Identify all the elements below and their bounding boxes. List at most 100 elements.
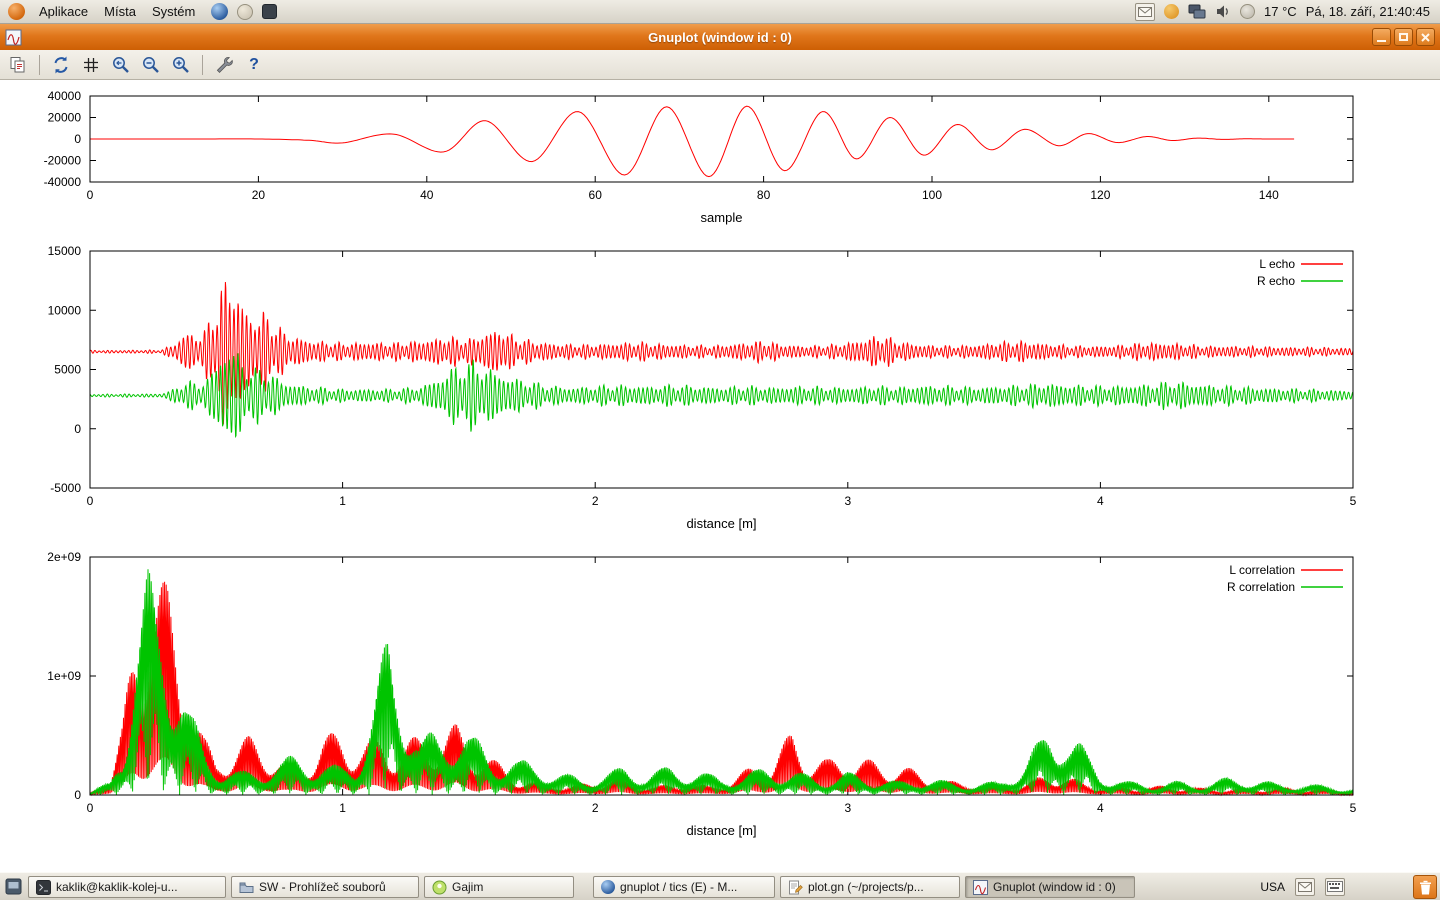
- svg-text:40000: 40000: [48, 89, 82, 103]
- taskbar-item-gajim[interactable]: Gajim: [424, 876, 574, 898]
- taskbar-item-file-manager[interactable]: SW - Prohlížeč souborů: [231, 876, 419, 898]
- firefox-launcher-icon[interactable]: [211, 3, 228, 20]
- mail-notification-icon[interactable]: [1135, 3, 1155, 21]
- zoom-in-button[interactable]: [169, 53, 193, 77]
- svg-text:140: 140: [1259, 188, 1279, 202]
- window-controls: [1372, 28, 1435, 46]
- taskbar-item-label: Gajim: [452, 880, 483, 894]
- svg-text:10000: 10000: [48, 303, 82, 317]
- copy-button[interactable]: [6, 53, 30, 77]
- svg-text:0: 0: [74, 132, 81, 146]
- taskbar-item-label: Gnuplot (window id : 0): [993, 880, 1116, 894]
- svg-text:0: 0: [87, 188, 94, 202]
- svg-text:60: 60: [589, 188, 603, 202]
- network-displays-icon[interactable]: [1188, 4, 1206, 19]
- taskbar-item-editor[interactable]: plot.gn (~/projects/p...: [780, 876, 960, 898]
- temperature-label[interactable]: 17 °C: [1264, 4, 1297, 19]
- help-button[interactable]: ?: [242, 53, 266, 77]
- svg-text:40: 40: [420, 188, 434, 202]
- correlation-plot[interactable]: 01234501e+092e+09L correlationR correlat…: [90, 557, 1353, 795]
- close-icon: [1420, 32, 1431, 43]
- keyboard-icon[interactable]: [1325, 878, 1345, 896]
- maximize-button[interactable]: [1394, 28, 1413, 46]
- clock-label[interactable]: Pá, 18. září, 21:40:45: [1306, 4, 1430, 19]
- svg-text:5: 5: [1350, 801, 1357, 815]
- svg-text:4: 4: [1097, 801, 1104, 815]
- svg-text:L correlation: L correlation: [1229, 563, 1295, 577]
- svg-text:0: 0: [87, 801, 94, 815]
- menu-places[interactable]: Místa: [96, 1, 144, 22]
- window-titlebar[interactable]: Gnuplot (window id : 0): [0, 24, 1440, 50]
- ubuntu-menu-icon[interactable]: [8, 3, 25, 20]
- replot-button[interactable]: [49, 53, 73, 77]
- taskbar: kaklik@kaklik-kolej-u... SW - Prohlížeč …: [0, 872, 1440, 900]
- svg-text:80: 80: [757, 188, 771, 202]
- grid-icon: [81, 55, 101, 75]
- menu-system[interactable]: Systém: [144, 1, 203, 22]
- terminal-icon: [36, 880, 51, 895]
- echo-plot[interactable]: 012345-5000050001000015000L echoR echodi…: [90, 251, 1353, 488]
- weather-icon[interactable]: [1240, 4, 1255, 19]
- svg-text:1: 1: [339, 801, 346, 815]
- screenshot-launcher-icon[interactable]: [261, 3, 278, 20]
- task-button-list: kaklik@kaklik-kolej-u... SW - Prohlížeč …: [28, 876, 1135, 898]
- taskbar-item-firefox[interactable]: gnuplot / tics (E) - M...: [593, 876, 775, 898]
- svg-text:sample: sample: [701, 210, 743, 225]
- trash-applet[interactable]: [1413, 875, 1437, 899]
- taskbar-tray: USA: [1260, 873, 1345, 900]
- zoom-in-icon: [171, 55, 191, 75]
- toolbar-separator: [39, 55, 40, 75]
- svg-text:1: 1: [339, 494, 346, 508]
- gnuplot-window: Gnuplot (window id : 0): [0, 24, 1440, 872]
- svg-text:3: 3: [844, 801, 851, 815]
- help-launcher-icon[interactable]: [236, 3, 253, 20]
- firefox-icon: [601, 880, 615, 894]
- trash-icon: [1419, 880, 1432, 895]
- svg-text:100: 100: [922, 188, 942, 202]
- taskbar-item-label: SW - Prohlížeč souborů: [259, 880, 386, 894]
- maximize-icon: [1399, 33, 1408, 41]
- waveform-plot[interactable]: 020406080100120140-40000-200000200004000…: [90, 96, 1353, 182]
- svg-text:5: 5: [1350, 494, 1357, 508]
- taskbar-item-label: gnuplot / tics (E) - M...: [620, 880, 737, 894]
- svg-text:2e+09: 2e+09: [47, 550, 81, 564]
- svg-text:2: 2: [592, 801, 599, 815]
- svg-text:15000: 15000: [48, 244, 82, 258]
- svg-text:0: 0: [74, 422, 81, 436]
- menu-applications[interactable]: Aplikace: [31, 1, 96, 22]
- svg-text:distance [m]: distance [m]: [686, 516, 756, 531]
- update-notifier-icon[interactable]: [1164, 4, 1179, 19]
- svg-text:0: 0: [87, 494, 94, 508]
- minimize-button[interactable]: [1372, 28, 1391, 46]
- svg-text:-40000: -40000: [44, 175, 82, 189]
- volume-icon[interactable]: [1215, 4, 1231, 19]
- svg-text:-5000: -5000: [50, 481, 81, 495]
- text-editor-icon: [788, 880, 803, 895]
- gnuplot-icon: [973, 880, 988, 895]
- window-list-icon[interactable]: [5, 878, 22, 895]
- svg-text:20: 20: [252, 188, 266, 202]
- svg-text:120: 120: [1090, 188, 1110, 202]
- settings-button[interactable]: [212, 53, 236, 77]
- taskbar-item-label: kaklik@kaklik-kolej-u...: [56, 880, 178, 894]
- gajim-icon: [432, 880, 447, 895]
- svg-text:3: 3: [844, 494, 851, 508]
- taskbar-item-label: plot.gn (~/projects/p...: [808, 880, 924, 894]
- svg-text:distance [m]: distance [m]: [686, 823, 756, 838]
- zoom-previous-button[interactable]: [109, 53, 133, 77]
- taskbar-item-terminal[interactable]: kaklik@kaklik-kolej-u...: [28, 876, 226, 898]
- grid-toggle-button[interactable]: [79, 53, 103, 77]
- keyboard-layout-indicator[interactable]: USA: [1260, 880, 1285, 894]
- panel-tray: 17 °C Pá, 18. září, 21:40:45: [1135, 3, 1434, 21]
- taskbar-item-gnuplot[interactable]: Gnuplot (window id : 0): [965, 876, 1135, 898]
- svg-text:1e+09: 1e+09: [47, 669, 81, 683]
- close-button[interactable]: [1416, 28, 1435, 46]
- replot-icon: [51, 55, 71, 75]
- zoom-out-button[interactable]: [139, 53, 163, 77]
- svg-text:-20000: -20000: [44, 154, 82, 168]
- zoom-out-icon: [141, 55, 161, 75]
- svg-text:R correlation: R correlation: [1227, 580, 1295, 594]
- svg-text:R echo: R echo: [1257, 274, 1295, 288]
- copy-icon: [8, 55, 28, 75]
- mail-icon[interactable]: [1295, 878, 1315, 896]
